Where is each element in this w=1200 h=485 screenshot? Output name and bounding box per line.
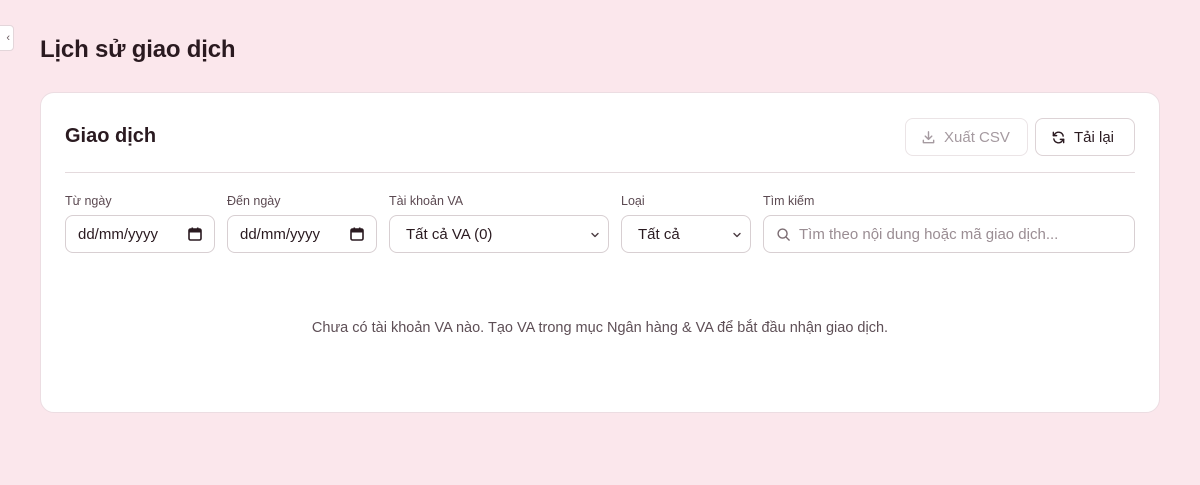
search-label: Tìm kiếm bbox=[763, 194, 815, 208]
to-date-value: dd/mm/yyyy bbox=[240, 225, 321, 243]
va-account-value: Tất cả VA (0) bbox=[406, 225, 493, 243]
chevron-down-icon bbox=[591, 232, 599, 238]
page-title: Lịch sử giao dịch bbox=[40, 36, 236, 63]
type-value: Tất cả bbox=[638, 225, 680, 243]
empty-state-message: Chưa có tài khoản VA nào. Tạo VA trong m… bbox=[311, 320, 889, 336]
export-csv-label: Xuất CSV bbox=[944, 128, 1010, 146]
reload-button[interactable]: Tải lại bbox=[1035, 118, 1135, 156]
type-select[interactable]: Tất cả bbox=[621, 215, 751, 253]
export-csv-button[interactable]: Xuất CSV bbox=[905, 118, 1028, 156]
from-date-input[interactable]: dd/mm/yyyy bbox=[65, 215, 215, 253]
va-account-filter: Tài khoản VA Tất cả VA (0) bbox=[389, 193, 609, 253]
card-header: Giao dịch Xuất CSV Tải lại bbox=[65, 93, 1135, 173]
card-title: Giao dịch bbox=[65, 125, 157, 147]
chevron-down-icon bbox=[733, 232, 741, 238]
va-account-label: Tài khoản VA bbox=[389, 194, 464, 208]
search-placeholder: Tìm theo nội dung hoặc mã giao dịch... bbox=[799, 225, 1059, 243]
refresh-icon bbox=[1052, 131, 1065, 143]
search-filter: Tìm kiếm Tìm theo nội dung hoặc mã giao … bbox=[763, 193, 1135, 253]
calendar-icon bbox=[188, 227, 202, 241]
transactions-card: Giao dịch Xuất CSV Tải lại Từ ngày dd/mm… bbox=[40, 92, 1160, 413]
type-filter: Loại Tất cả bbox=[621, 193, 751, 253]
from-date-value: dd/mm/yyyy bbox=[78, 225, 159, 243]
reload-label: Tải lại bbox=[1074, 128, 1115, 146]
sidebar-collapse-button[interactable]: ‹ bbox=[0, 25, 14, 51]
va-account-select[interactable]: Tất cả VA (0) bbox=[389, 215, 609, 253]
download-icon bbox=[922, 130, 935, 143]
to-date-filter: Đến ngày dd/mm/yyyy bbox=[227, 193, 377, 253]
type-label: Loại bbox=[621, 194, 645, 208]
filter-bar: Từ ngày dd/mm/yyyy Đến ngày dd/mm/yyyy T… bbox=[65, 193, 1135, 253]
from-date-filter: Từ ngày dd/mm/yyyy bbox=[65, 193, 215, 253]
to-date-label: Đến ngày bbox=[227, 194, 281, 208]
search-input[interactable]: Tìm theo nội dung hoặc mã giao dịch... bbox=[763, 215, 1135, 253]
calendar-icon bbox=[350, 227, 364, 241]
from-date-label: Từ ngày bbox=[65, 194, 112, 208]
search-icon bbox=[777, 227, 790, 241]
to-date-input[interactable]: dd/mm/yyyy bbox=[227, 215, 377, 253]
